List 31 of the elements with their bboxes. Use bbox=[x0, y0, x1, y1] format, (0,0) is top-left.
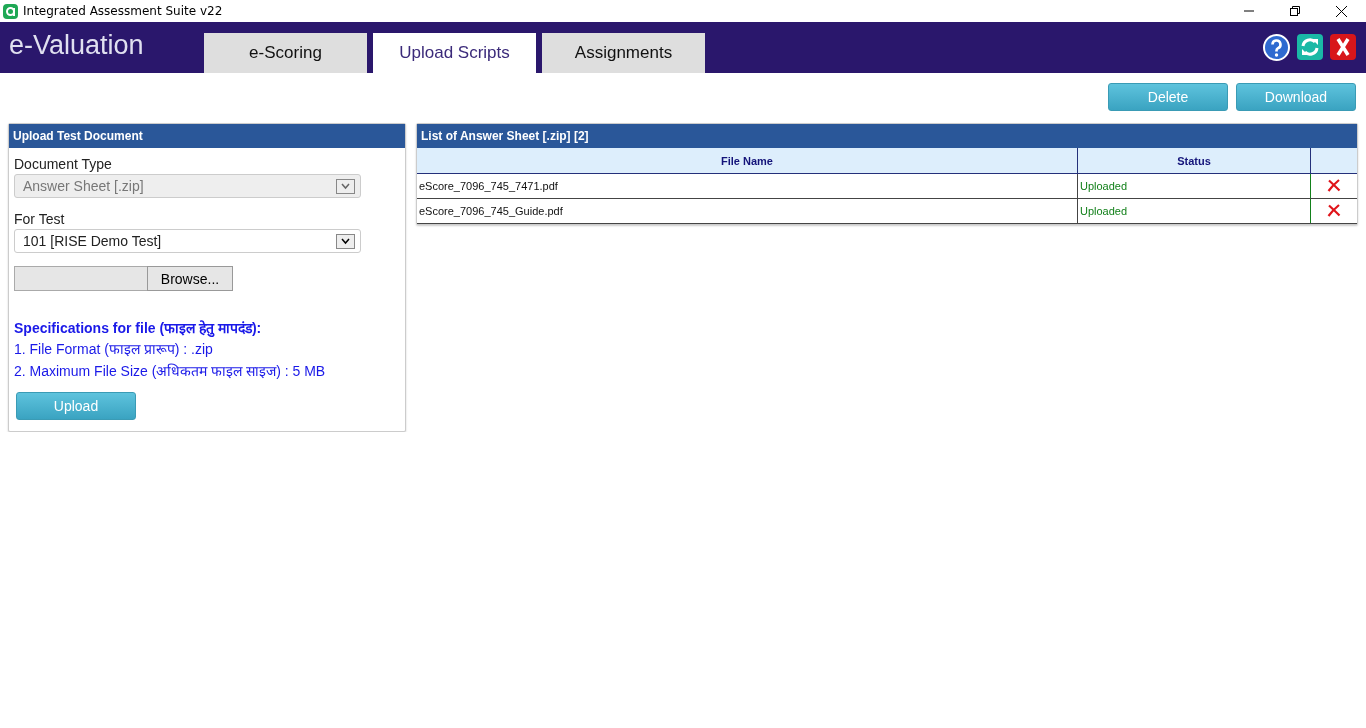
tab[interactable]: e-Scoring bbox=[204, 33, 367, 73]
tab[interactable]: Upload Scripts bbox=[373, 33, 536, 73]
specifications-heading: Specifications for file (फाइल हेतु मापदंड): bbox=[14, 319, 263, 337]
specification-text: 2. Maximum File Size (अधिकतम फाइल साइज) : 5 MB bbox=[14, 362, 327, 380]
restore-icon[interactable] bbox=[1290, 6, 1300, 16]
tab[interactable]: Assignments bbox=[542, 33, 705, 73]
delete-icon[interactable] bbox=[1327, 178, 1341, 192]
table-cell: eScore_7096_745_7471.pdf bbox=[417, 173, 1078, 199]
panel-header: Upload Test Document bbox=[9, 124, 405, 148]
app-logo-icon bbox=[3, 3, 18, 19]
status-cell: Uploaded bbox=[1077, 198, 1311, 224]
browse-button[interactable]: Browse... bbox=[147, 266, 233, 291]
help-icon[interactable] bbox=[1263, 34, 1290, 61]
file-path-field[interactable] bbox=[14, 266, 147, 291]
column-header: File Name bbox=[417, 148, 1078, 174]
app-brand: e-Valuation bbox=[8, 30, 145, 61]
field-label: Document Type bbox=[14, 156, 113, 172]
column-header: Status bbox=[1077, 148, 1311, 174]
refresh-icon[interactable] bbox=[1297, 34, 1323, 60]
delete-icon[interactable] bbox=[1327, 203, 1341, 217]
panel-header: List of Answer Sheet [.zip] [2] bbox=[417, 124, 1357, 148]
close-icon[interactable] bbox=[1335, 5, 1347, 17]
table-cell: eScore_7096_745_Guide.pdf bbox=[417, 198, 1078, 224]
dropdown-value: 101 [RISE Demo Test] bbox=[23, 233, 162, 249]
exit-icon[interactable] bbox=[1330, 34, 1356, 60]
dropdown-field[interactable]: 101 [RISE Demo Test] bbox=[14, 229, 361, 253]
window-title: Integrated Assessment Suite v22 bbox=[23, 4, 224, 18]
dropdown-value: Answer Sheet [.zip] bbox=[23, 178, 144, 194]
field-label: For Test bbox=[14, 211, 66, 227]
status-cell: Uploaded bbox=[1077, 173, 1311, 199]
specification-text: 1. File Format (फाइल प्रारूप) : .zip bbox=[14, 340, 214, 358]
